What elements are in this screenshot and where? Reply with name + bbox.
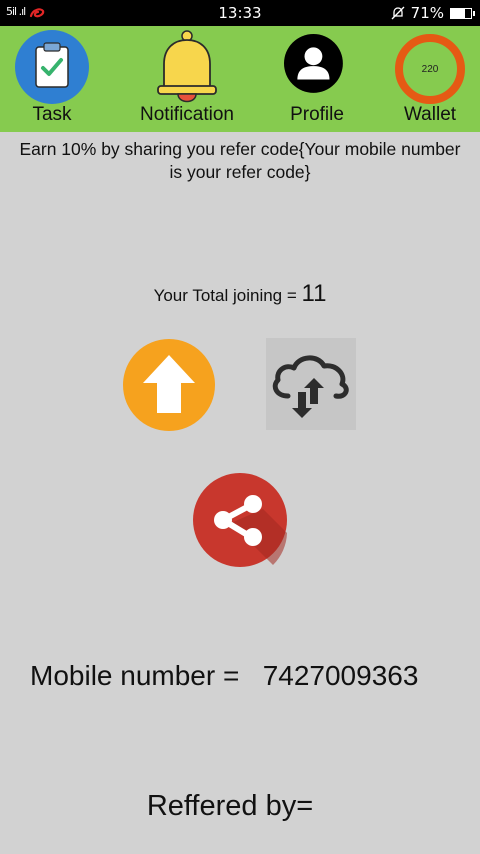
wallet-balance: 220 [395, 34, 465, 104]
total-joining: Your Total joining = 11 [0, 280, 480, 308]
refer-info-text: Earn 10% by sharing you refer code{Your … [0, 138, 480, 184]
nav-item-wallet[interactable]: 220 Wallet [392, 26, 468, 132]
refer-info-line-2: is your refer code} [169, 162, 311, 182]
battery-icon [450, 7, 475, 19]
status-bar: 5il .ıl 13:33 71% [0, 0, 480, 26]
nav-label-task: Task [32, 104, 72, 125]
nav-label-wallet: Wallet [403, 104, 457, 125]
cloud-sync-button[interactable] [266, 338, 356, 430]
battery-percent: 71% [410, 4, 444, 22]
mobile-number-label: Mobile number = [30, 660, 240, 691]
nav-item-profile[interactable]: Profile [274, 26, 360, 132]
total-joining-label: Your Total joining = [153, 286, 302, 305]
clipboard-check-icon [15, 30, 89, 104]
share-button[interactable] [193, 473, 287, 567]
mobile-number-row: Mobile number = 7427009363 [30, 660, 418, 692]
referred-by-label: Reffered by= [146, 790, 314, 822]
top-nav: Task Notification Profile 220 Wallet [0, 26, 480, 132]
mobile-number-value: 7427009363 [262, 660, 419, 691]
nav-label-profile: Profile [290, 104, 344, 125]
cloud-upload-download-icon [272, 355, 349, 418]
total-joining-count: 11 [301, 280, 327, 307]
refer-info-line-1: Earn 10% by sharing you refer code{Your … [19, 139, 461, 159]
wallet-ring-icon: 220 [395, 32, 465, 104]
bell-muted-icon [391, 6, 405, 20]
nav-item-notification[interactable]: Notification [132, 26, 242, 132]
status-right: 71% [391, 4, 475, 22]
person-icon [284, 34, 343, 93]
nav-item-task[interactable]: Task [6, 26, 98, 132]
bell-icon [157, 30, 217, 103]
upload-arrow-button[interactable] [123, 339, 215, 431]
nav-label-notification: Notification [140, 104, 234, 125]
